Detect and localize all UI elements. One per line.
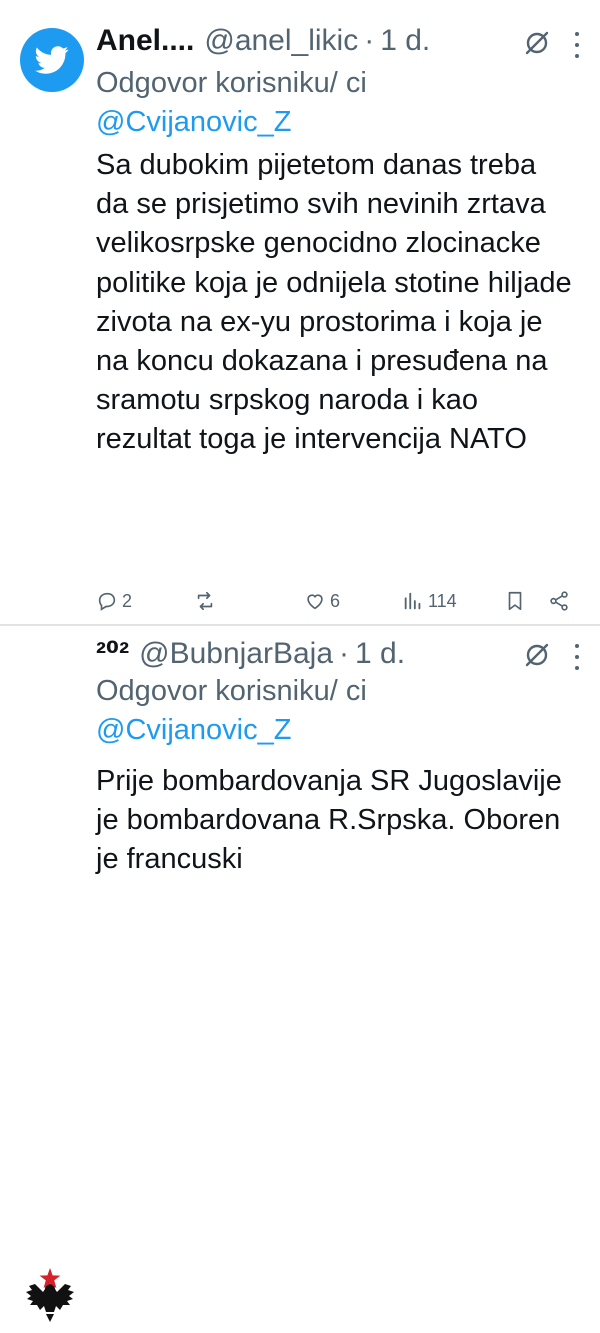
tweet-text: Sa dubokim pijetetom danas treba da se p… bbox=[96, 149, 572, 456]
retweet-button[interactable] bbox=[194, 586, 216, 616]
display-name[interactable]: ²⁰² bbox=[96, 636, 129, 671]
tweet-1[interactable]: Anel.... @anel_likic · 1 d. Odgovor kori… bbox=[0, 0, 600, 626]
reply-prefix: Odgovor korisniku/ ci bbox=[96, 675, 367, 707]
user-handle[interactable]: @anel_likic bbox=[204, 24, 358, 58]
heart-icon bbox=[307, 594, 323, 610]
separator: · bbox=[339, 637, 350, 670]
eagle-star-icon bbox=[26, 1268, 74, 1322]
like-count: 6 bbox=[330, 590, 341, 611]
timestamp[interactable]: 1 d. bbox=[380, 24, 430, 58]
reply-count: 2 bbox=[122, 590, 133, 611]
reply-context: Odgovor korisniku/ ci @Cvijanovic_Z bbox=[96, 64, 396, 142]
like-button[interactable]: 6 bbox=[304, 586, 340, 616]
more-options-icon[interactable] bbox=[572, 644, 582, 670]
share-button[interactable] bbox=[548, 586, 570, 616]
tweet-header: ²⁰² @BubnjarBaja · 1 d. bbox=[96, 636, 405, 674]
mention-link[interactable]: @Cvijanovic_Z bbox=[96, 106, 291, 138]
timestamp[interactable]: 1 d. bbox=[355, 637, 405, 671]
bookmark-button[interactable] bbox=[504, 586, 526, 616]
tweet-text: Prije bombardovanja SR Jugoslavije je bo… bbox=[96, 765, 562, 876]
action-bar: 2 6 114 bbox=[96, 586, 580, 616]
retweet-icon bbox=[197, 591, 213, 611]
views-button[interactable]: 114 bbox=[402, 586, 457, 616]
grok-icon[interactable] bbox=[522, 28, 552, 58]
separator: · bbox=[364, 24, 375, 57]
reply-button[interactable]: 2 bbox=[96, 586, 132, 616]
twitter-bird-icon bbox=[35, 46, 69, 74]
user-handle[interactable]: @BubnjarBaja bbox=[139, 637, 333, 671]
grok-icon[interactable] bbox=[522, 640, 552, 670]
share-icon bbox=[550, 591, 568, 611]
reply-prefix: Odgovor korisniku/ ci bbox=[96, 67, 367, 99]
more-options-icon[interactable] bbox=[572, 32, 582, 58]
views-icon bbox=[404, 592, 421, 610]
tweet-header: Anel.... @anel_likic · 1 d. bbox=[96, 24, 430, 62]
avatar[interactable] bbox=[18, 1264, 82, 1328]
display-name[interactable]: Anel.... bbox=[96, 24, 194, 58]
reply-context: Odgovor korisniku/ ci @Cvijanovic_Z bbox=[96, 672, 396, 750]
avatar[interactable] bbox=[20, 28, 84, 92]
views-count: 114 bbox=[428, 590, 457, 611]
bookmark-icon bbox=[508, 591, 522, 611]
tweet-2[interactable]: ²⁰² @BubnjarBaja · 1 d. Odgovor korisnik… bbox=[0, 626, 600, 1328]
mention-link[interactable]: @Cvijanovic_Z bbox=[96, 714, 291, 746]
reply-icon bbox=[98, 592, 116, 611]
